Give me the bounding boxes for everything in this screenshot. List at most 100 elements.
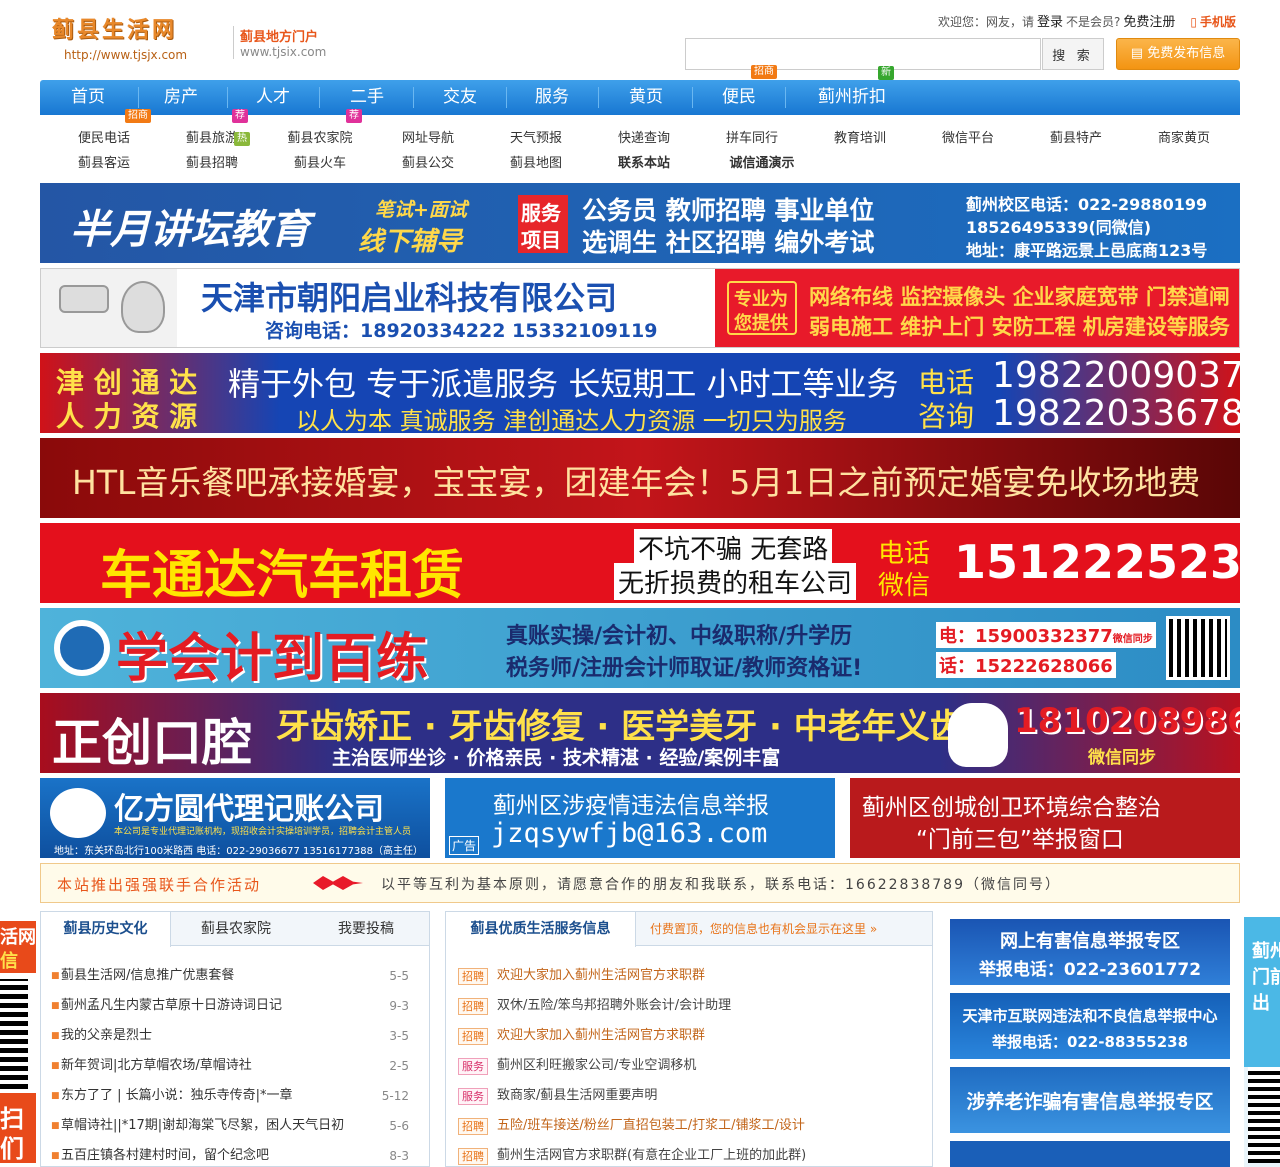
report-banner-internet[interactable]: 天津市互联网违法和不良信息举报中心 举报电话：022-88355238: [950, 993, 1230, 1059]
list-item[interactable]: 招聘 双休/五险/笨鸟邦招聘外账会计/会计助理: [446, 991, 932, 1021]
login-link[interactable]: 登录: [1037, 15, 1063, 30]
register-link[interactable]: 免费注册: [1123, 15, 1175, 30]
tab-submit[interactable]: 我要投稿: [301, 912, 429, 946]
right-float-ad[interactable]: 蓟州 门前 出: [1244, 917, 1280, 1167]
ad-banner-security[interactable]: 天津市朝阳启业科技有限公司 咨询电话：18920334222 153321091…: [40, 268, 1240, 348]
item-title[interactable]: 新年贺词|北方草帽农场/草帽诗社: [61, 1051, 252, 1081]
tab-farmhouse[interactable]: 蓟县农家院: [171, 912, 301, 946]
nav-service[interactable]: 服务: [506, 80, 598, 115]
ad-banner-hr[interactable]: 津 创 通 达 人 力 资 源 精于外包 专于派遣服务 长短期工 小时工等业务 …: [40, 353, 1240, 433]
list-item[interactable]: 招聘 欢迎大家加入蓟州生活网官方求职群: [446, 1021, 932, 1051]
banner-line: 蓟州区创城创卫环境综合整治: [862, 795, 1161, 821]
promo-link[interactable]: 付费置顶，您的信息也有机会显示在这里 »: [650, 912, 877, 946]
nav-yellowpages[interactable]: 黄页: [600, 80, 692, 115]
subnav-item[interactable]: 诚信通演示: [708, 152, 816, 171]
subnav-item[interactable]: 网址导航: [374, 127, 482, 146]
subnav-item[interactable]: 快递查询: [590, 127, 698, 146]
tab-life-service[interactable]: 蓟县优质生活服务信息: [446, 912, 636, 947]
banner-addr: 地址：东关环岛北行100米路西 电话：022-29036677 13516177…: [54, 846, 424, 857]
list-item[interactable]: 招聘 五险/班车接送/粉丝厂直招包装工/打浆工/铺浆工/设计: [446, 1111, 932, 1141]
report-banner-next[interactable]: [950, 1141, 1230, 1167]
item-title[interactable]: 东方了了 | 长篇小说：独乐寺传奇|*一章: [61, 1081, 293, 1111]
list-item[interactable]: 招聘 欢迎大家加入蓟州生活网官方求职群: [446, 961, 932, 991]
item-title[interactable]: 蓟州孟凡生内蒙古草原十日游诗词日记: [61, 991, 282, 1021]
item-title[interactable]: 草帽诗社||*17期|谢却海棠飞尽絮，困人天气日初: [61, 1111, 344, 1141]
tag-text: 项目: [521, 228, 561, 252]
nav-home[interactable]: 首页: [42, 80, 134, 115]
subnav-item[interactable]: 蓟县客运: [50, 152, 158, 171]
item-title[interactable]: 欢迎大家加入蓟州生活网官方求职群: [497, 1021, 705, 1051]
notice-text: 以平等互利为基本原则，请愿意合作的朋友和我联系，联系电话：16622838789…: [381, 877, 1061, 893]
list-item[interactable]: 招聘 蓟州生活网官方求职群(有意在企业工厂上班的加此群): [446, 1141, 932, 1166]
item-title[interactable]: 五险/班车接送/粉丝厂直招包装工/打浆工/铺浆工/设计: [497, 1111, 805, 1141]
item-title[interactable]: 欢迎大家加入蓟州生活网官方求职群: [497, 961, 705, 991]
item-title[interactable]: 致商家/蓟县生活网重要声明: [497, 1081, 657, 1111]
bullet-icon: ■: [51, 1001, 60, 1011]
ad-banner-restaurant[interactable]: HTL音乐餐吧承接婚宴，宝宝宴，团建年会！5月1日之前预定婚宴免收场地费: [40, 438, 1240, 518]
list-item[interactable]: 服务 蓟州区利旺搬家公司/专业空调移机: [446, 1051, 932, 1081]
badge-hot: 热: [234, 132, 250, 146]
item-title[interactable]: 我的父亲是烈士: [61, 1021, 152, 1051]
subnav-item[interactable]: 微信平台: [914, 127, 1022, 146]
subnav-item[interactable]: 天气预报: [482, 127, 590, 146]
ad-banner-bookkeeping[interactable]: 亿方圆代理记账公司 本公司是专业代理记账机构，现招收会计实操培训学员，招聘会计主…: [40, 778, 430, 858]
report-banner-harmful[interactable]: 网上有害信息举报专区 举报电话：022-23601772: [950, 919, 1230, 985]
ad-banner-education[interactable]: 半月讲坛教育 笔试+面试 线下辅导 服务 项目 公务员 教师招聘 事业单位 选调…: [40, 183, 1240, 263]
item-title[interactable]: 五百庄镇各村建村时间，留个纪念吧: [61, 1141, 269, 1166]
subnav-item[interactable]: 蓟县地图: [482, 152, 590, 171]
ad-banner-dental[interactable]: 正创口腔 牙齿矫正 · 牙齿修复 · 医学美牙 · 中老年义齿 主治医师坐诊 ·…: [40, 693, 1240, 773]
banner-line: 举报电话：022-23601772: [978, 960, 1202, 980]
list-item[interactable]: ■ 蓟县生活网/信息推广优惠套餐 5-5: [41, 961, 429, 991]
ad-banner-car-rental[interactable]: 车通达汽车租赁 不坑不骗 无套路 无折损费的租车公司 电话 微信 1512225…: [40, 523, 1240, 603]
ad-banner-city-clean[interactable]: 蓟州区创城创卫环境综合整治 “门前三包”举报窗口: [850, 778, 1240, 858]
subnav-item[interactable]: 蓟县农家院: [266, 127, 374, 146]
subnav-item[interactable]: 商家黄页: [1130, 127, 1238, 146]
list-item[interactable]: ■ 五百庄镇各村建村时间，留个纪念吧 8-3: [41, 1141, 429, 1166]
search-button[interactable]: 搜 索: [1042, 38, 1104, 70]
mobile-link[interactable]: ▯ 手机版: [1187, 15, 1236, 29]
item-title[interactable]: 双休/五险/笨鸟邦招聘外账会计/会计助理: [497, 991, 731, 1021]
ad-banner-epidemic-report[interactable]: 蓟州区涉疫情违法信息举报 jzqsywfjb@163.com 广告: [445, 778, 835, 858]
banner-sub: 笔试+面试: [375, 199, 467, 221]
subnav-item[interactable]: 联系本站: [590, 152, 698, 171]
report-banner-elderly-fraud[interactable]: 涉养老诈骗有害信息举报专区: [950, 1067, 1230, 1133]
search-input[interactable]: [685, 38, 1041, 70]
subnav-item[interactable]: 蓟县招聘: [158, 152, 266, 171]
nav-secondhand[interactable]: 二手: [321, 80, 413, 115]
list-item[interactable]: ■ 我的父亲是烈士 3-5: [41, 1021, 429, 1051]
tagline-url: www.tjsix.com: [240, 45, 327, 59]
subnav-item[interactable]: 蓟县公交: [374, 152, 482, 171]
item-title[interactable]: 蓟县生活网/信息推广优惠套餐: [61, 961, 234, 991]
list-item[interactable]: ■ 蓟州孟凡生内蒙古草原十日游诗词日记 9-3: [41, 991, 429, 1021]
ad-banner-accounting[interactable]: 学会计到百练 真账实操/会计初、中级职称/升学历 税务师/注册会计师取证/教师资…: [40, 608, 1240, 688]
tag-text: 专业为: [734, 289, 788, 310]
subnav-item[interactable]: 蓟县特产: [1022, 127, 1130, 146]
nav-divider: [785, 87, 786, 108]
post-info-label: 免费发布信息: [1147, 46, 1226, 61]
left-float-ad[interactable]: 活网 信 扫 们: [0, 917, 36, 1167]
site-logo[interactable]: 蓟县生活网 http://www.tjsjx.com: [52, 12, 202, 62]
badge-zhaoshang: 招商: [751, 65, 777, 79]
nav-dating[interactable]: 交友: [414, 80, 506, 115]
list-item[interactable]: 服务 致商家/蓟县生活网重要声明: [446, 1081, 932, 1111]
subnav-item[interactable]: 蓟县火车: [266, 152, 374, 171]
list-item[interactable]: ■ 新年贺词|北方草帽农场/草帽诗社 2-5: [41, 1051, 429, 1081]
list-item[interactable]: ■ 东方了了 | 长篇小说：独乐寺传奇|*一章 5-12: [41, 1081, 429, 1111]
subnav-item[interactable]: 教育培训: [806, 127, 914, 146]
float-text: 们: [0, 1135, 24, 1163]
tab-history[interactable]: 蓟县历史文化: [41, 912, 171, 947]
list-item[interactable]: ■ 草帽诗社||*17期|谢却海棠飞尽絮，困人天气日初 5-6: [41, 1111, 429, 1141]
banner-sub: 线下辅导: [358, 227, 463, 257]
nav-convenience[interactable]: 便民: [693, 80, 785, 115]
history-culture-panel: 蓟县历史文化 蓟县农家院 我要投稿 ■ 蓟县生活网/信息推广优惠套餐 5-5 ■ 蓟州…: [40, 911, 430, 1167]
subnav-item[interactable]: 拼车同行: [698, 127, 806, 146]
banner-slogan: 无折损费的租车公司: [614, 563, 857, 600]
banner-phone: 咨询电话：18920334222 15332109119: [265, 320, 658, 342]
item-title[interactable]: 蓟州区利旺搬家公司/专业空调移机: [497, 1051, 696, 1081]
nav-discount[interactable]: 蓟州折扣: [802, 80, 902, 115]
banner-line: 蓟州区涉疫情违法信息举报: [493, 793, 769, 819]
float-footer: 扫 们: [0, 1093, 36, 1163]
subnav-item[interactable]: 便民电话: [50, 127, 158, 146]
post-info-button[interactable]: ▤ 免费发布信息: [1116, 38, 1240, 70]
item-title[interactable]: 蓟州生活网官方求职群(有意在企业工厂上班的加此群): [497, 1141, 806, 1166]
